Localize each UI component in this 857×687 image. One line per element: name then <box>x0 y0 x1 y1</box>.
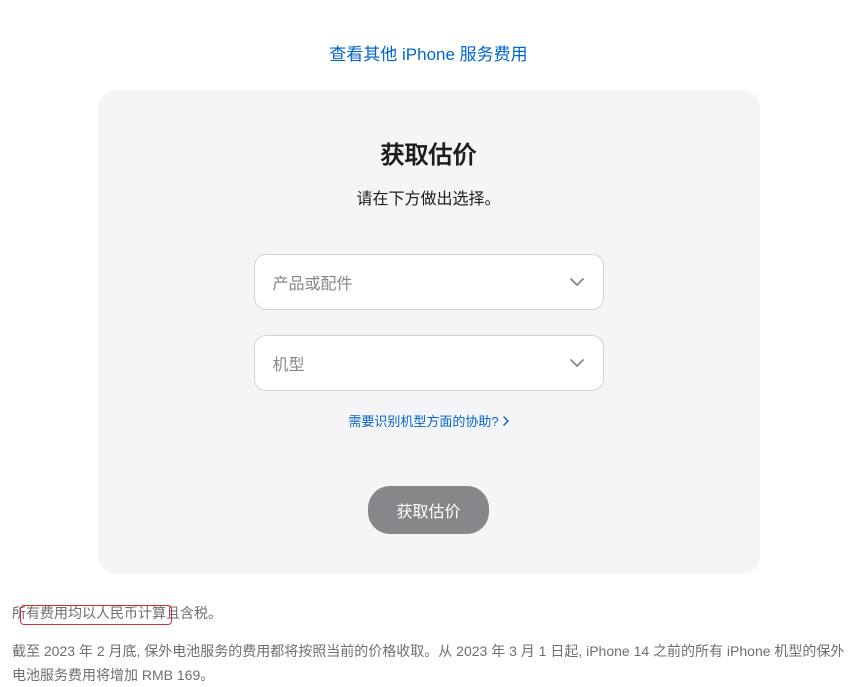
help-link-label: 需要识别机型方面的协助? <box>348 411 498 430</box>
get-estimate-button[interactable]: 获取估价 <box>368 486 488 534</box>
estimate-card: 获取估价 请在下方做出选择。 产品或配件 机型 需要识别机型方面的协助? 获取估… <box>98 90 760 574</box>
view-other-services-link-container: 查看其他 iPhone 服务费用 <box>0 0 857 90</box>
chevron-right-icon <box>503 416 509 426</box>
product-select[interactable]: 产品或配件 <box>254 254 604 310</box>
view-other-services-link[interactable]: 查看其他 iPhone 服务费用 <box>329 45 527 64</box>
product-select-wrapper: 产品或配件 <box>254 254 604 310</box>
model-select[interactable]: 机型 <box>254 335 604 391</box>
card-title: 获取估价 <box>148 135 710 170</box>
help-link-container: 需要识别机型方面的协助? <box>148 411 710 431</box>
model-select-wrapper: 机型 <box>254 335 604 391</box>
identify-model-help-link[interactable]: 需要识别机型方面的协助? <box>348 411 508 430</box>
footer-text: 所有费用均以人民币计算且含税。 截至 2023 年 2 月底, 保外电池服务的费… <box>12 602 845 687</box>
card-subtitle: 请在下方做出选择。 <box>148 185 710 209</box>
footer-line-1: 所有费用均以人民币计算且含税。 <box>12 602 845 626</box>
footer-line-2: 截至 2023 年 2 月底, 保外电池服务的费用都将按照当前的价格收取。从 2… <box>12 640 845 687</box>
